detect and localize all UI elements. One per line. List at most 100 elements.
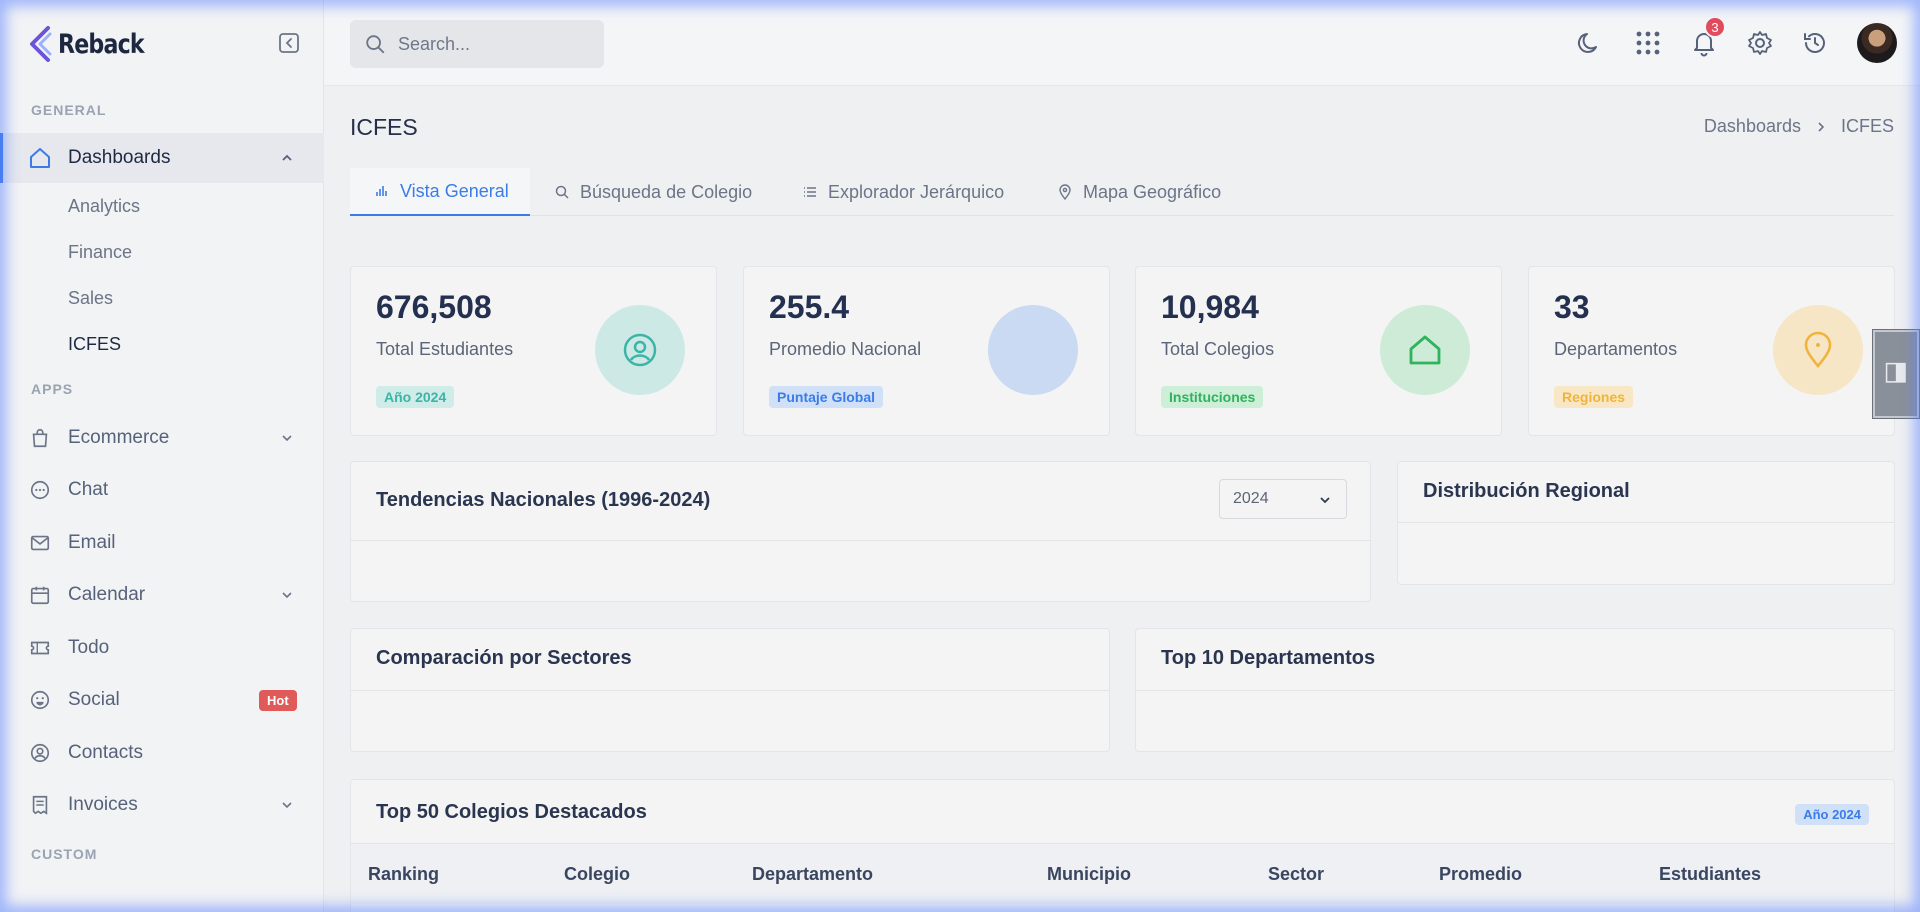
stat-value: 33 [1554,289,1590,325]
sidebar-item-label: Chat [68,479,109,500]
panel-top10-departamentos: Top 10 Departamentos [1135,628,1895,752]
chevron-down-icon [282,435,292,442]
panel-comparacion-sectores: Comparación por Sectores [350,628,1110,752]
breadcrumb-item-dashboards[interactable]: Dashboards [1704,116,1801,137]
tab-mapa-geografico[interactable]: Mapa Geográfico [1057,168,1221,216]
table-header-sector[interactable]: Sector [1268,864,1324,885]
collapse-sidebar-icon[interactable] [277,31,301,55]
search-box[interactable] [350,20,604,68]
gear-icon[interactable] [1746,29,1774,57]
stat-icon-circle [1380,305,1470,395]
stat-badge: Año 2024 [376,386,455,408]
year-select[interactable]: 2024 [1219,479,1347,519]
panel-divider [351,690,1109,691]
sidebar-subitem-analytics[interactable]: Analytics [68,196,140,217]
table-header-colegio[interactable]: Colegio [564,864,630,885]
sidebar-item-dashboards[interactable]: Dashboards [0,133,324,183]
panel-distribucion-regional: Distribución Regional [1397,461,1895,585]
hot-badge: Hot [259,689,297,711]
user-circle-icon [623,333,657,367]
breadcrumb-item-current: ICFES [1840,116,1894,136]
stat-card-promedio-nacional: 255.4 Promedio Nacional Puntaje Global [743,266,1110,436]
bar-chart-icon [376,186,387,196]
chevron-down-icon [1320,497,1330,504]
section-label-custom: CUSTOM [31,846,98,862]
sidebar-item-label: Todo [68,637,110,658]
stat-label: Departamentos [1554,339,1678,359]
moon-icon[interactable] [1576,29,1604,57]
stat-icon-circle [1773,305,1863,395]
chevron-down-icon [282,802,292,809]
sidebar-item-label: Invoices [68,794,138,815]
stat-card-departamentos: 33 Departamentos Regiones [1528,266,1895,436]
tab-explorador-jerarquico[interactable]: Explorador Jerárquico [802,168,1004,216]
chevron-right-icon [1818,121,1825,132]
apps-grid-icon[interactable] [1634,29,1662,57]
sidebar-item-label: Dashboards [68,147,171,168]
section-label-general: GENERAL [31,102,107,118]
tab-busqueda-colegio[interactable]: Búsqueda de Colegio [554,168,752,216]
sidebar-item-todo[interactable]: Todo [0,623,324,673]
sidebar-item-label: Ecommerce [68,427,170,448]
sidebar-subitem-finance[interactable]: Finance [68,242,132,263]
panel-divider [351,540,1370,541]
panel-title: Distribución Regional [1423,480,1630,502]
panel-title: Tendencias Nacionales (1996-2024) [376,489,711,511]
tab-label: Vista General [400,180,509,201]
mail-icon [28,531,52,555]
chevron-up-icon [282,154,292,161]
sidebar-item-label: Email [68,532,116,553]
page-title: ICFES [350,114,418,140]
sidebar-subitem-sales[interactable]: Sales [68,288,113,309]
brand-logo[interactable]: Reback [26,24,163,64]
search-input[interactable] [398,33,588,55]
list-icon [804,187,816,197]
tab-vista-general[interactable]: Vista General [350,168,530,216]
map-pin-icon [1804,331,1832,369]
stat-badge: Instituciones [1161,386,1264,408]
panel-title: Top 10 Departamentos [1161,647,1376,669]
sidebar-subitem-icfes[interactable]: ICFES [68,334,121,355]
table-header-municipio[interactable]: Municipio [1047,864,1131,885]
sidebar-item-ecommerce[interactable]: Ecommerce [0,413,324,463]
table-header-estudiantes[interactable]: Estudiantes [1659,864,1761,885]
floating-devtools-widget[interactable]: ◧ [1872,329,1920,419]
panel-tendencias-nacionales: Tendencias Nacionales (1996-2024) 2024 [350,461,1371,602]
sidebar: Reback GENERAL Dashboards Analytics Fina… [0,0,324,912]
panel-divider [1136,690,1894,691]
sidebar-item-email[interactable]: Email [0,518,324,568]
tab-label: Explorador Jerárquico [828,181,1005,202]
search-icon [555,185,569,199]
map-pin-icon [1059,184,1071,200]
receipt-icon [28,793,52,817]
sidebar-item-chat[interactable]: Chat [0,465,324,515]
stat-label: Total Colegios [1161,339,1275,359]
sidebar-item-calendar[interactable]: Calendar [0,570,324,620]
chat-icon [28,478,52,502]
home-icon [1409,335,1441,365]
stat-icon-circle [988,305,1078,395]
stat-card-total-colegios: 10,984 Total Colegios Instituciones [1135,266,1502,436]
stat-icon-circle [595,305,685,395]
panel-top50-colegios: Top 50 Colegios Destacados Año 2024 Rank… [350,779,1895,912]
user-avatar[interactable] [1857,23,1897,63]
stat-badge: Puntaje Global [769,386,884,408]
sidebar-item-label: Social [68,689,120,710]
history-icon[interactable] [1801,29,1829,57]
sidebar-item-social[interactable]: Social Hot [0,675,324,725]
table-header-departamento[interactable]: Departamento [752,864,873,885]
year-select-value: 2024 [1233,490,1269,507]
tab-label: Mapa Geográfico [1083,181,1222,202]
smile-icon [28,688,52,712]
panel-title: Top 50 Colegios Destacados [376,801,647,823]
table-header-promedio[interactable]: Promedio [1439,864,1522,885]
devtools-widget-glyph: ◧ [1881,359,1911,389]
notification-count-badge: 3 [1704,16,1726,38]
logo-chevron-icon [30,26,52,62]
sidebar-item-invoices[interactable]: Invoices [0,780,324,830]
stat-value: 10,984 [1161,289,1259,325]
year-badge: Año 2024 [1795,804,1869,825]
stat-value: 255.4 [769,289,850,325]
sidebar-item-contacts[interactable]: Contacts [0,728,324,778]
table-header-ranking[interactable]: Ranking [368,864,439,885]
